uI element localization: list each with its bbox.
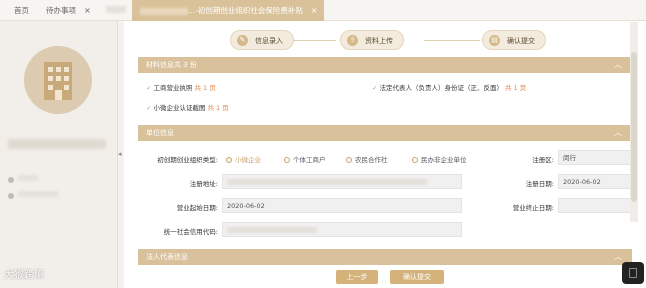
radio-small-business[interactable]: 小微企业 [226,154,261,164]
radio-cooperative[interactable]: 农民合作社 [346,154,388,164]
confirm-submit-button[interactable]: 确认提交 [390,270,444,284]
tab-active[interactable]: ...-初创期创业组织社会保险费补贴 × [132,0,324,21]
reg-area-field[interactable]: 闵行 [558,150,632,165]
close-icon[interactable]: × [84,6,91,15]
biz-end-label: 营业终止日期: [512,204,554,212]
collapse-arrow-icon[interactable]: ◂ [118,150,122,160]
building-icon [44,62,72,100]
floating-widget[interactable] [622,262,644,284]
material-item[interactable]: ✓ 小微企业认证截图共 1 页 [146,102,229,112]
check-icon: ✓ [146,84,152,92]
credit-code-field[interactable] [222,222,462,237]
credit-code-label: 统一社会信用代码: [163,228,218,236]
company-name [8,139,106,149]
materials-title: 材料信息共 3 份 [146,61,197,69]
reg-date-field[interactable]: 2020-06-02 [558,174,632,189]
step-confirm[interactable]: ▤ 确认提交 [482,30,546,50]
tab-bar: 首页 待办事项 × ...-初创期创业组织社会保险费补贴 × [0,0,646,21]
step-indicator: ✎ 信息录入 ⇪ 资料上传 ▤ 确认提交 [124,27,646,53]
radio-individual[interactable]: 个体工商户 [284,154,326,164]
radio-label: 个体工商户 [293,156,326,164]
phone-icon [8,192,14,199]
material-label: 法定代表人（负责人）身份证（正、反面） [379,84,503,92]
user-icon [8,176,14,183]
materials-header[interactable]: 材料信息共 3 份 ︿ [138,57,632,73]
tab-active-label: ...-初创期创业组织社会保险费补贴 [188,6,303,15]
prev-step-button[interactable]: 上一步 [336,270,378,284]
check-icon: ✓ [146,104,152,112]
step-label: 确认提交 [507,37,535,45]
tab-home[interactable]: 首页 [8,0,35,21]
biz-start-label: 营业起始日期: [176,204,218,212]
company-avatar [24,46,92,114]
address-label: 注册地址: [189,180,218,188]
main-panel: ✎ 信息录入 ⇪ 资料上传 ▤ 确认提交 材料信息共 3 份 ︿ ✓ 工商营业执照共 1 … [124,21,646,288]
sidebar [0,21,118,288]
tab-blurred[interactable] [100,0,132,21]
reg-date-label: 注册日期: [525,180,554,188]
address-field[interactable] [222,174,462,189]
close-icon[interactable]: × [311,6,318,15]
step-info-entry[interactable]: ✎ 信息录入 [230,30,294,50]
tab-todo-label: 待办事项 [46,6,76,15]
step-label: 信息录入 [255,37,283,45]
chevron-up-icon[interactable]: ︿ [614,249,622,265]
material-count: 共 1 页 [504,84,527,92]
material-item[interactable]: ✓ 工商营业执照共 1 页 [146,82,216,92]
unit-info-title: 单位信息 [146,129,174,137]
material-label: 小微企业认证截图 [153,104,206,112]
legal-rep-header[interactable]: 法人代表信息 ︿ [138,249,632,265]
chevron-up-icon[interactable]: ︿ [614,125,622,141]
sidebar-contact [8,175,38,183]
step-upload[interactable]: ⇪ 资料上传 [340,30,404,50]
material-item[interactable]: ✓ 法定代表人（负责人）身份证（正、反面）共 1 页 [372,82,526,92]
org-type-label: 初创期创业组织类型: [157,156,218,164]
step-label: 资料上传 [365,37,393,45]
material-label: 工商营业执照 [153,84,193,92]
material-count: 共 1 页 [207,104,229,112]
watermark: 犬猴跨境 [4,270,44,281]
document-icon: ▤ [489,35,500,46]
radio-label: 小微企业 [235,156,261,164]
radio-label: 农民合作社 [355,156,388,164]
tab-todo[interactable]: 待办事项 × [40,0,97,21]
scrollbar[interactable] [630,22,638,222]
reg-area-label: 注册区: [532,156,554,164]
upload-icon: ⇪ [347,35,358,46]
material-count: 共 1 页 [194,84,216,92]
biz-start-field[interactable]: 2020-06-02 [222,198,462,213]
unit-info-header[interactable]: 单位信息 ︿ [138,125,632,141]
radio-nonprofit[interactable]: 民办非企业单位 [412,154,467,164]
biz-end-field[interactable] [558,198,632,213]
legal-rep-title: 法人代表信息 [146,253,188,261]
edit-icon: ✎ [237,35,248,46]
chevron-up-icon[interactable]: ︿ [614,57,622,73]
check-icon: ✓ [372,84,378,92]
sidebar-phone [8,191,58,199]
radio-label: 民办非企业单位 [421,156,467,164]
